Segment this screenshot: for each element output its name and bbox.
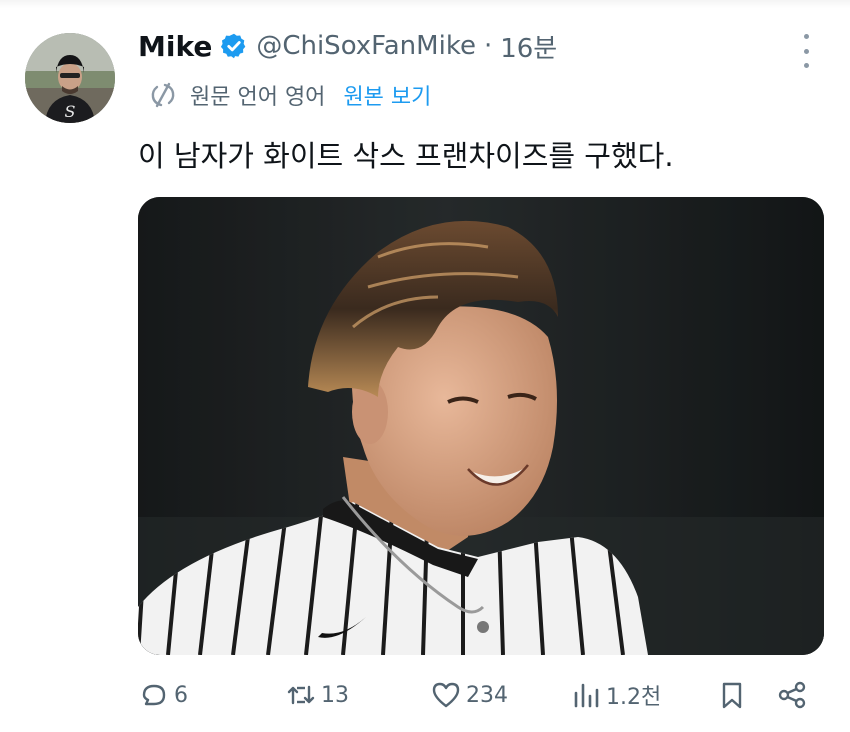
more-options-icon[interactable]	[796, 34, 816, 68]
author-name[interactable]: Mike	[138, 30, 212, 63]
like-button[interactable]: 234	[430, 676, 508, 714]
view-count: 1.2천	[606, 685, 662, 710]
separator-dot: ·	[483, 31, 493, 61]
translate-icon	[151, 82, 175, 108]
top-divider	[0, 0, 850, 8]
view-original-link[interactable]: 원본 보기	[343, 79, 431, 111]
tweet-text: 이 남자가 화이트 삭스 프랜차이즈를 구했다.	[138, 139, 674, 173]
views-chart-icon	[574, 683, 599, 708]
player-photo-image	[138, 197, 824, 655]
translation-note: 원문 언어 영어	[190, 85, 326, 110]
tweet-header: Mike @ChiSoxFanMike · 16분	[138, 26, 557, 66]
tweet-timestamp[interactable]: 16분	[500, 28, 557, 65]
bookmark-button[interactable]	[716, 676, 748, 714]
share-button[interactable]	[776, 676, 808, 714]
tweet-actions: 6 13 234 1.2천	[0, 672, 850, 718]
reply-button[interactable]: 6	[138, 676, 188, 714]
svg-text:S: S	[65, 102, 76, 121]
share-icon	[778, 681, 806, 709]
heart-icon	[432, 682, 460, 708]
avatar-image: S	[25, 33, 115, 123]
reply-icon	[142, 684, 166, 706]
author-handle[interactable]: @ChiSoxFanMike	[256, 31, 476, 61]
bookmark-icon	[722, 682, 742, 709]
author-avatar[interactable]: S	[25, 33, 115, 123]
verified-badge-icon	[220, 32, 248, 60]
retweet-icon	[287, 685, 315, 705]
tweet-photo[interactable]	[138, 197, 824, 655]
reply-count: 6	[174, 682, 188, 708]
translation-bar: 원문 언어 영어 원본 보기	[148, 78, 431, 112]
like-count: 234	[466, 682, 508, 708]
retweet-count: 13	[321, 682, 349, 708]
retweet-button[interactable]: 13	[285, 676, 349, 714]
views-button[interactable]: 1.2천	[570, 676, 661, 714]
